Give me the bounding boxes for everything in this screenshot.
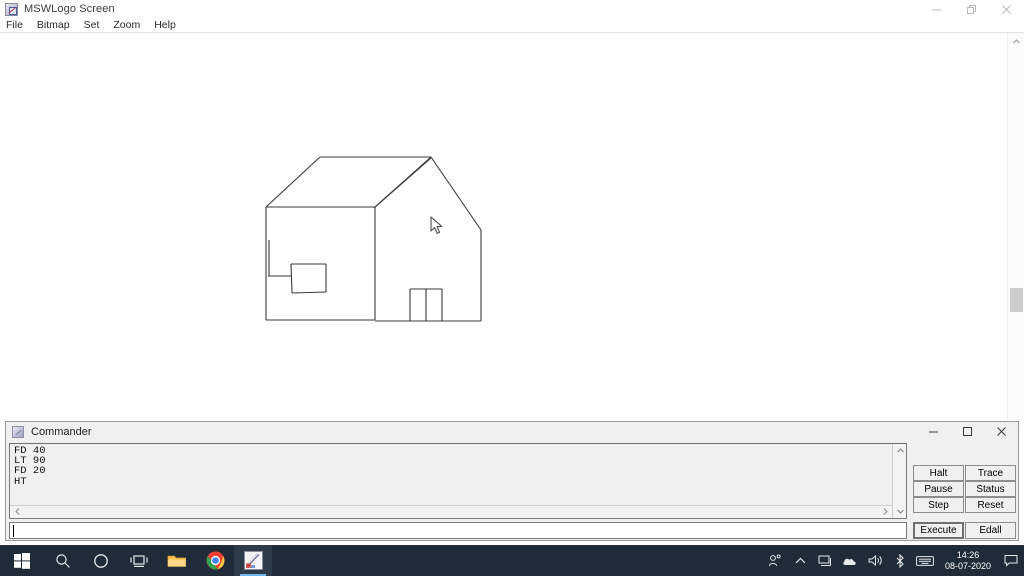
commander-minimize-icon[interactable] xyxy=(916,422,950,441)
mswlogo-app-icon xyxy=(243,551,263,570)
minimize-icon[interactable] xyxy=(919,0,954,18)
status-button[interactable]: Status xyxy=(965,481,1016,497)
scroll-up-icon[interactable] xyxy=(1008,33,1024,50)
start-button[interactable] xyxy=(0,545,44,576)
system-tray: 14:26 08-07-2020 xyxy=(763,545,1024,576)
house-drawing xyxy=(265,156,482,322)
menu-item-set[interactable]: Set xyxy=(77,18,107,32)
text-caret xyxy=(13,525,14,537)
folder-icon xyxy=(167,555,186,567)
commander-icon xyxy=(12,425,24,438)
circle-icon xyxy=(94,553,108,568)
menu-item-help[interactable]: Help xyxy=(147,18,183,32)
execute-row: Execute Edall xyxy=(913,522,1017,540)
screen: MSWLogo Screen File Bitmap Set Zoom Help… xyxy=(0,0,1024,576)
network-icon[interactable] xyxy=(813,545,838,576)
history-vertical-scrollbar[interactable] xyxy=(892,444,906,518)
task-view-button[interactable] xyxy=(120,545,158,576)
menu-item-file[interactable]: File xyxy=(0,18,30,32)
main-titlebar: MSWLogo Screen xyxy=(0,0,1024,18)
speaker-icon[interactable] xyxy=(863,545,888,576)
canvas-vertical-scrollbar[interactable] xyxy=(1007,33,1024,425)
people-icon[interactable] xyxy=(763,545,788,576)
commander-body: FD 40 LT 90 FD 20 HT Halt Trace Pause St… xyxy=(6,441,1018,542)
chrome-button[interactable] xyxy=(196,545,234,576)
menu-bar: File Bitmap Set Zoom Help xyxy=(0,18,1024,32)
commander-close-icon[interactable] xyxy=(984,422,1018,441)
execute-button[interactable]: Execute xyxy=(913,522,964,539)
history-scroll-left-icon[interactable] xyxy=(10,507,24,517)
commander-titlebar: Commander xyxy=(6,422,1018,441)
command-history-box[interactable]: FD 40 LT 90 FD 20 HT xyxy=(9,443,907,519)
main-window-controls xyxy=(919,0,1024,18)
history-scroll-right-icon[interactable] xyxy=(878,507,892,517)
logo-drawing-canvas[interactable] xyxy=(0,33,1007,425)
halt-button[interactable]: Halt xyxy=(913,465,964,481)
mswlogo-app-icon xyxy=(5,2,18,16)
restore-icon[interactable] xyxy=(954,0,989,18)
chevron-up-icon[interactable] xyxy=(788,545,813,576)
windows-logo-icon xyxy=(14,552,30,569)
history-scroll-down-icon[interactable] xyxy=(893,505,907,518)
bluetooth-icon[interactable] xyxy=(888,545,913,576)
clock-date: 08-07-2020 xyxy=(944,560,991,571)
close-icon[interactable] xyxy=(989,0,1024,18)
task-view-icon xyxy=(130,554,148,567)
menu-item-zoom[interactable]: Zoom xyxy=(106,18,147,32)
chrome-icon xyxy=(206,551,224,570)
trace-button[interactable]: Trace xyxy=(965,465,1016,481)
commander-button-panel: Halt Trace Pause Status Step Reset Execu… xyxy=(913,443,1017,539)
taskbar-clock[interactable]: 14:26 08-07-2020 xyxy=(938,545,998,576)
search-icon xyxy=(56,553,70,568)
command-input[interactable] xyxy=(9,522,907,539)
windows-taskbar: 14:26 08-07-2020 xyxy=(0,545,1024,576)
canvas-scrollbar-thumb[interactable] xyxy=(1010,288,1023,312)
history-scroll-up-icon[interactable] xyxy=(893,444,907,457)
history-horizontal-scrollbar[interactable] xyxy=(10,505,892,518)
pause-button[interactable]: Pause xyxy=(913,481,964,497)
command-history-text: FD 40 LT 90 FD 20 HT xyxy=(14,445,46,488)
menu-item-bitmap[interactable]: Bitmap xyxy=(30,18,77,32)
commander-maximize-icon[interactable] xyxy=(950,422,984,441)
cortana-button[interactable] xyxy=(82,545,120,576)
commander-title: Commander xyxy=(31,425,92,438)
step-button[interactable]: Step xyxy=(913,497,964,513)
keyboard-icon[interactable] xyxy=(913,545,938,576)
file-explorer-button[interactable] xyxy=(158,545,196,576)
control-button-grid: Halt Trace Pause Status Step Reset xyxy=(913,465,1017,513)
notification-icon[interactable] xyxy=(998,545,1024,576)
edall-button[interactable]: Edall xyxy=(965,522,1016,539)
search-button[interactable] xyxy=(44,545,82,576)
clock-time: 14:26 xyxy=(956,549,980,560)
mswlogo-taskbar-button[interactable] xyxy=(234,545,272,576)
window-title: MSWLogo Screen xyxy=(24,3,115,15)
commander-window-controls xyxy=(916,422,1018,441)
commander-window: Commander FD 40 LT 90 FD 20 HT Halt Trac… xyxy=(5,421,1019,541)
reset-button[interactable]: Reset xyxy=(965,497,1016,513)
cloud-icon[interactable] xyxy=(838,545,863,576)
